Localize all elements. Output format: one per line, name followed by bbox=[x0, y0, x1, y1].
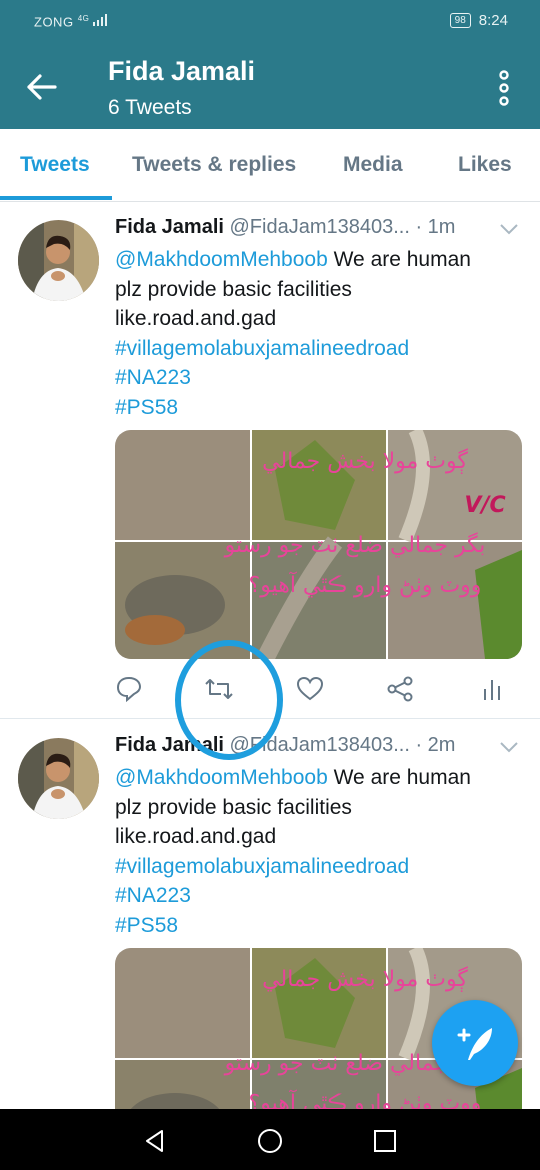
image-overlay-text: ووٽ وٺڻ وارو ڪٿي آهيو؟ bbox=[249, 1089, 482, 1109]
status-bar: ZONG 4G 98 8:24 bbox=[0, 0, 540, 44]
compose-tweet-button[interactable] bbox=[432, 1000, 518, 1086]
author-name[interactable]: Fida Jamali bbox=[115, 216, 224, 238]
signal-icon bbox=[93, 14, 108, 29]
text-line: like.road.and.gad bbox=[115, 825, 277, 848]
app-bar: Fida Jamali 6 Tweets bbox=[0, 44, 540, 129]
mention-link[interactable]: @MakhdoomMehboob bbox=[115, 248, 328, 271]
clock: 8:24 bbox=[478, 12, 508, 29]
active-tab-indicator bbox=[0, 196, 112, 200]
chevron-down-icon[interactable] bbox=[500, 222, 518, 240]
image-overlay-text: V/C bbox=[464, 493, 505, 518]
hashtag-link[interactable]: #NA223 bbox=[115, 363, 525, 393]
network-type: 4G bbox=[77, 14, 90, 23]
home-circle-icon[interactable] bbox=[255, 1126, 285, 1156]
avatar[interactable] bbox=[18, 220, 99, 301]
image-overlay-text: ڳوٺ مولا بخش جمالي bbox=[262, 966, 468, 992]
tab-media[interactable]: Media bbox=[343, 153, 403, 177]
arrow-left-icon[interactable] bbox=[26, 72, 58, 102]
text-line: We are human bbox=[327, 766, 471, 789]
author-handle[interactable]: @FidaJam138403... bbox=[230, 216, 410, 238]
image-overlay-text: ڳوٺ مولا بخش جمالي bbox=[262, 448, 468, 474]
tweet-text: @MakhdoomMehboob We are human plz provid… bbox=[115, 245, 525, 422]
tweet-count: 6 Tweets bbox=[108, 96, 192, 119]
analytics-icon[interactable] bbox=[478, 675, 508, 705]
tweet-time: · 1m bbox=[415, 216, 456, 238]
mention-link[interactable]: @MakhdoomMehboob bbox=[115, 766, 328, 789]
hashtag-link[interactable]: #NA223 bbox=[115, 881, 525, 911]
back-triangle-icon[interactable] bbox=[140, 1126, 170, 1156]
page-title: Fida Jamali bbox=[108, 56, 256, 86]
reply-icon[interactable] bbox=[115, 675, 145, 705]
hashtag-link[interactable]: #villagemolabuxjamalineedroad bbox=[115, 852, 525, 882]
battery-icon: 98 bbox=[449, 13, 471, 28]
carrier-info: ZONG 4G bbox=[34, 14, 108, 30]
tweet-image[interactable]: ڳوٺ مولا بخش جمالي V/C بگر جمالي ضلع ٺٽ … bbox=[115, 430, 522, 659]
text-line: We are human bbox=[327, 248, 471, 271]
image-overlay-text: ووٽ وٺڻ وارو ڪٿي آهيو؟ bbox=[249, 571, 482, 598]
tweet-card[interactable]: Fida Jamali @FidaJam138403... · 1m @Makh… bbox=[0, 202, 540, 718]
text-line: plz provide basic facilities bbox=[115, 795, 352, 819]
hashtag-link[interactable]: #PS58 bbox=[115, 911, 525, 941]
more-vertical-icon[interactable] bbox=[498, 70, 510, 106]
share-icon[interactable] bbox=[386, 675, 416, 705]
chevron-down-icon[interactable] bbox=[500, 740, 518, 758]
status-right: 98 8:24 bbox=[449, 12, 508, 29]
carrier-name: ZONG bbox=[34, 14, 74, 30]
tab-tweets[interactable]: Tweets bbox=[20, 153, 90, 177]
annotation-circle bbox=[175, 640, 283, 760]
profile-tabs: Tweets Tweets & replies Media Likes bbox=[0, 129, 540, 202]
hashtag-link[interactable]: #PS58 bbox=[115, 393, 525, 423]
tab-tweets-replies[interactable]: Tweets & replies bbox=[132, 153, 296, 177]
avatar[interactable] bbox=[18, 738, 99, 819]
text-line: plz provide basic facilities bbox=[115, 277, 352, 301]
like-icon[interactable] bbox=[296, 675, 326, 705]
tweet-time: · 2m bbox=[415, 734, 456, 756]
image-overlay-text: بگر جمالي ضلع ٺٽ جو رستو bbox=[224, 532, 486, 558]
text-line: like.road.and.gad bbox=[115, 307, 277, 330]
hashtag-link[interactable]: #villagemolabuxjamalineedroad bbox=[115, 334, 525, 364]
system-nav-bar bbox=[0, 1109, 540, 1170]
tweet-header: Fida Jamali @FidaJam138403... · 1m bbox=[115, 216, 515, 239]
tweet-text: @MakhdoomMehboob We are human plz provid… bbox=[115, 763, 525, 940]
tab-likes[interactable]: Likes bbox=[458, 153, 512, 177]
tweet-header: Fida Jamali @FidaJam138403... · 2m bbox=[115, 734, 515, 757]
compose-tweet-icon bbox=[432, 1028, 518, 1090]
recents-square-icon[interactable] bbox=[370, 1126, 400, 1156]
